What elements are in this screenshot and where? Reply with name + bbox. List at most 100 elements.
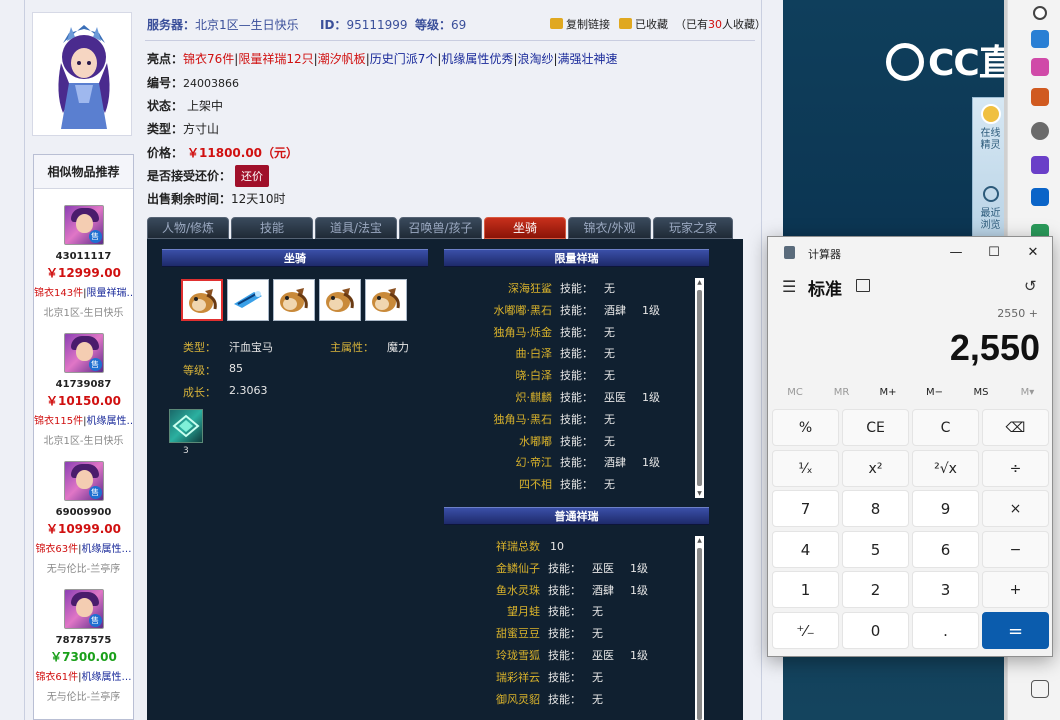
similar-item[interactable]: 售 43011117 ￥12999.00 锦衣143件|限量祥瑞… 北京1区-生日快乐 [34, 205, 133, 319]
minimize-button[interactable]: — [938, 241, 974, 265]
copilot-icon[interactable] [1031, 30, 1049, 48]
shopping-tag-icon[interactable] [1031, 58, 1049, 76]
tab-7[interactable]: 玩家之家 [653, 217, 733, 239]
copy-link-button[interactable]: 复制链接 [550, 16, 610, 32]
memory-button[interactable]: M+ [865, 387, 911, 398]
decimal-key[interactable]: . [912, 612, 979, 649]
tab-6[interactable]: 锦衣/外观 [568, 217, 651, 239]
similar-item-thumbnail[interactable]: 售 [63, 205, 104, 245]
eight-key[interactable]: 8 [842, 490, 909, 528]
backspace-key[interactable]: ⌫ [982, 409, 1049, 446]
mount-slot[interactable] [319, 279, 361, 321]
mount-slot[interactable] [273, 279, 315, 321]
level-value: 69 [451, 18, 467, 32]
similar-item-tag: 锦衣115件 [34, 416, 84, 427]
recent-viewed-button[interactable]: 最近浏览 [973, 186, 1008, 232]
tab-2[interactable]: 技能 [231, 217, 313, 239]
highlight-tag[interactable]: 限量祥瑞12只 [238, 52, 313, 66]
favorite-button[interactable]: 已收藏 [619, 16, 668, 32]
item-name: 水嘟嘟·黑石 [493, 303, 553, 317]
mount-slot[interactable] [181, 279, 223, 321]
scroll-up-icon[interactable]: ▲ [695, 278, 704, 287]
reciprocal-key[interactable]: ¹⁄ₓ [772, 449, 839, 487]
tab-4[interactable]: 召唤兽/孩子 [399, 217, 482, 239]
close-button[interactable]: ✕ [1015, 241, 1051, 265]
limited-scroll-thumb[interactable] [697, 290, 702, 486]
similar-item-id: 43011117 [55, 251, 112, 262]
tab-5[interactable]: 坐骑 [484, 217, 566, 239]
zero-key[interactable]: 0 [842, 612, 909, 649]
thumbnail-face [75, 214, 93, 233]
online-service-button[interactable]: 在线精灵 [973, 104, 1008, 152]
mount-slot[interactable] [227, 279, 269, 321]
mount-slot[interactable] [365, 279, 407, 321]
one-key[interactable]: 1 [772, 571, 839, 609]
m365-icon[interactable] [1031, 156, 1049, 174]
scroll-down-icon[interactable]: ▼ [695, 489, 704, 498]
bargain-button[interactable]: 还价 [235, 165, 270, 187]
memory-button[interactable]: M− [912, 387, 958, 398]
normal-scroll-thumb[interactable] [697, 548, 702, 720]
highlight-tag[interactable]: 锦衣76件 [183, 52, 234, 66]
skill-value: 巫医 [592, 649, 614, 662]
highlight-tag[interactable]: 机缘属性优秀 [441, 52, 513, 66]
highlight-tag[interactable]: 浪淘纱 [517, 52, 553, 66]
list-item: 玲珑雪狐 技能： 巫医 1级 [444, 645, 694, 667]
mount-skill-icon[interactable] [169, 409, 203, 443]
memory-button[interactable]: M▾ [1005, 387, 1051, 398]
similar-item-thumbnail[interactable]: 售 [63, 333, 104, 373]
similar-item[interactable]: 售 69009900 ￥10999.00 锦衣63件|机缘属性… 无与伦比-兰亭序 [34, 461, 133, 575]
item-name: 独角马·黑石 [493, 412, 553, 426]
scroll-up-icon[interactable]: ▲ [695, 536, 704, 545]
nine-key[interactable]: 9 [912, 490, 979, 528]
equals-key[interactable]: = [982, 612, 1049, 649]
clear-entry-key[interactable]: CE [842, 409, 909, 446]
three-key[interactable]: 3 [912, 571, 979, 609]
square-key[interactable]: x² [842, 449, 909, 487]
server-info: 服务器：北京1区—生日快乐 [147, 16, 299, 33]
hamburger-menu-icon[interactable]: ☰ [782, 277, 796, 296]
highlight-tag[interactable]: 满强壮神速 [558, 52, 618, 66]
toolbox-icon[interactable] [1031, 88, 1049, 106]
percent-key[interactable]: % [772, 409, 839, 446]
keep-on-top-icon[interactable] [856, 279, 870, 292]
history-icon[interactable]: ↺ [1024, 277, 1037, 295]
similar-item-thumbnail[interactable]: 售 [63, 589, 104, 629]
maximize-button[interactable]: ☐ [976, 241, 1012, 265]
calculator-titlebar[interactable]: 计算器 — ☐ ✕ [768, 237, 1052, 269]
similar-item-thumbnail[interactable]: 售 [63, 461, 104, 501]
memory-button[interactable]: MR [819, 387, 865, 398]
highlight-tag[interactable]: 潮汐帆板 [318, 52, 366, 66]
four-key[interactable]: 4 [772, 530, 839, 568]
plus-key[interactable]: + [982, 571, 1049, 609]
minus-key[interactable]: − [982, 530, 1049, 568]
memory-button[interactable]: MS [958, 387, 1004, 398]
five-key[interactable]: 5 [842, 530, 909, 568]
limited-scrollbar[interactable]: ▲ ▼ [695, 278, 704, 498]
memory-button[interactable]: MC [772, 387, 818, 398]
sidebar-settings-icon[interactable] [1031, 680, 1049, 698]
highlight-tag[interactable]: 历史门派7个 [370, 52, 438, 66]
search-icon[interactable] [1033, 6, 1047, 20]
tab-1[interactable]: 人物/修炼 [147, 217, 229, 239]
clear-key[interactable]: C [912, 409, 979, 446]
similar-item[interactable]: 售 41739087 ￥10150.00 锦衣115件|机缘属性… 北京1区-生日快乐 [34, 333, 133, 447]
multiply-key[interactable]: × [982, 490, 1049, 528]
normal-scrollbar[interactable]: ▲ [695, 536, 704, 720]
tab-3[interactable]: 道具/法宝 [315, 217, 397, 239]
two-key[interactable]: 2 [842, 571, 909, 609]
horse-mount-icon [280, 288, 308, 312]
similar-item[interactable]: 售 78787575 ￥7300.00 锦衣61件|机缘属性… 无与伦比-兰亭序 [34, 589, 133, 703]
games-piece-icon[interactable] [1031, 122, 1049, 140]
six-key[interactable]: 6 [912, 530, 979, 568]
seven-key[interactable]: 7 [772, 490, 839, 528]
skill-value: 无 [604, 282, 615, 295]
skill-value: 无 [604, 369, 615, 383]
negate-key[interactable]: ⁺⁄₋ [772, 612, 839, 649]
skill-level: 1级 [642, 391, 660, 404]
skill-label: 技能： [560, 303, 593, 317]
square-root-key[interactable]: ²√x [912, 449, 979, 487]
outlook-icon[interactable] [1031, 188, 1049, 206]
divide-key[interactable]: ÷ [982, 449, 1049, 487]
normal-section-title: 普通祥瑞 [444, 507, 709, 525]
